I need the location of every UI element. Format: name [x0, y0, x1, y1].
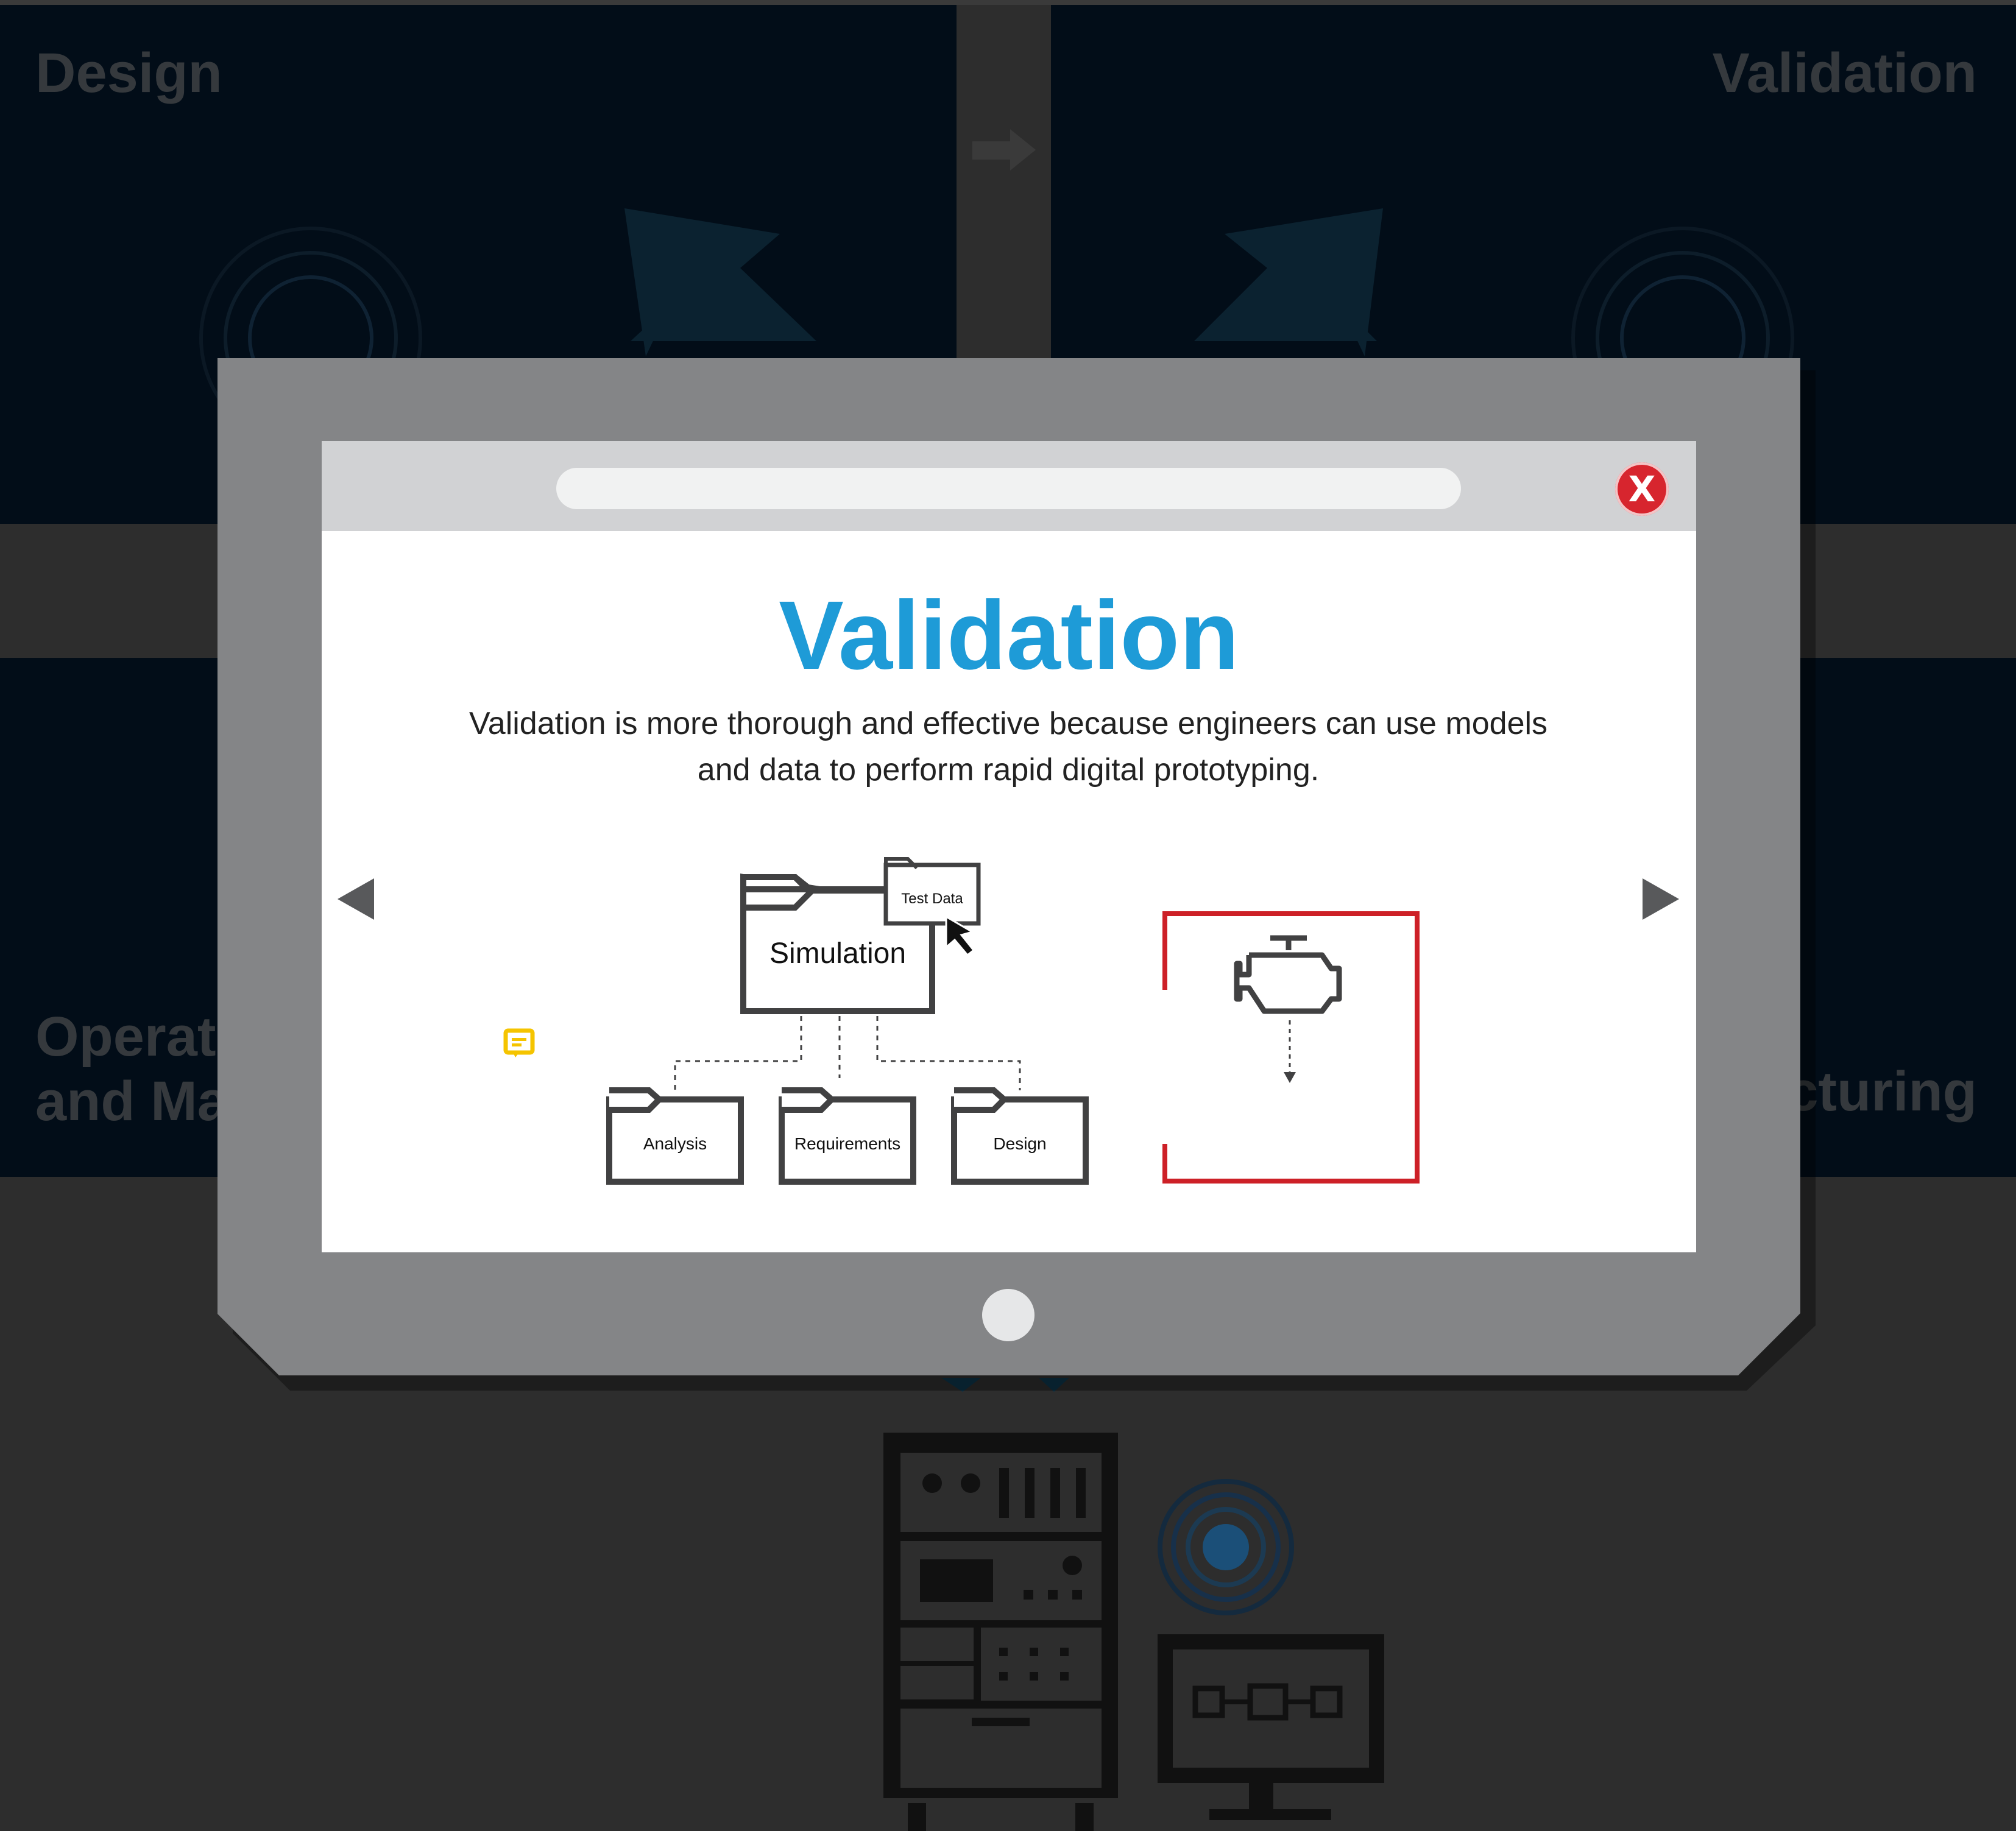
simulation-folder-label[interactable]: Simulation — [746, 937, 929, 970]
requirements-folder-label[interactable]: Requirements — [783, 1134, 912, 1154]
triangle-left-icon — [338, 878, 374, 920]
triangle-right-icon — [1643, 878, 1679, 920]
close-icon: X — [1628, 468, 1656, 510]
design-folder-label[interactable]: Design — [955, 1134, 1084, 1154]
close-button[interactable]: X — [1615, 462, 1669, 516]
prev-button[interactable] — [335, 876, 379, 922]
address-bar[interactable] — [556, 468, 1461, 509]
modal-title: Validation — [779, 580, 1239, 690]
home-button[interactable] — [982, 1289, 1035, 1341]
analysis-folder-label[interactable]: Analysis — [610, 1134, 740, 1154]
next-button[interactable] — [1638, 876, 1682, 922]
chat-bubble-icon[interactable] — [503, 1028, 535, 1060]
modal-description: Validation is more thorough and effectiv… — [469, 706, 1548, 788]
tablet-frame — [218, 358, 1816, 1391]
test-data-label[interactable]: Test Data — [888, 891, 976, 908]
